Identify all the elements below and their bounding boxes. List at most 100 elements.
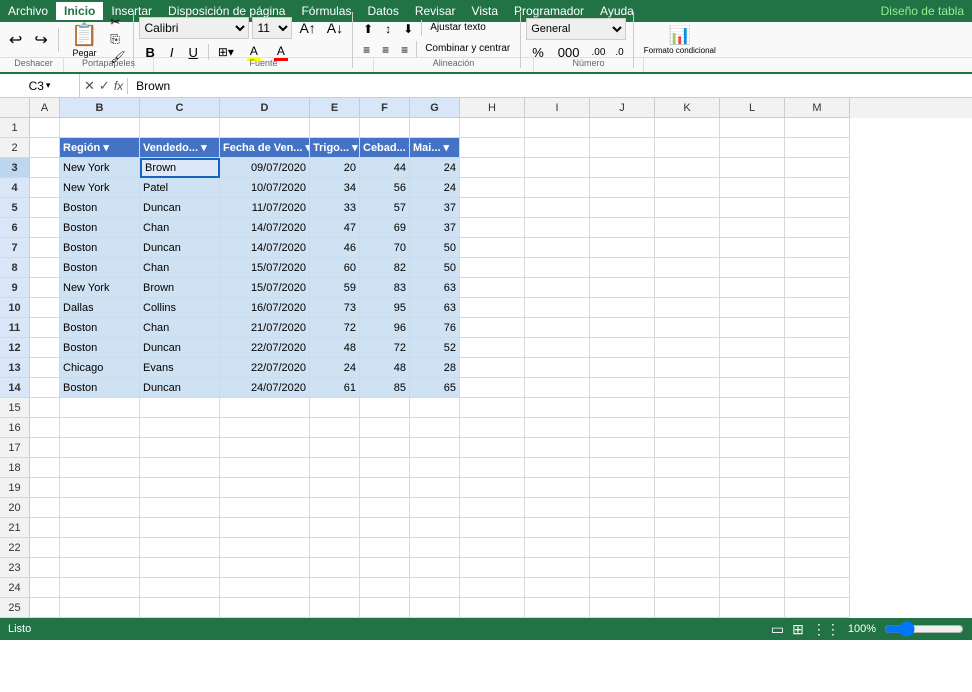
cell-L8[interactable] (720, 258, 785, 278)
cell-L13[interactable] (720, 358, 785, 378)
cell-C12[interactable]: Duncan (140, 338, 220, 358)
cell-B22[interactable] (60, 538, 140, 558)
cell-K16[interactable] (655, 418, 720, 438)
cell-A24[interactable] (30, 578, 60, 598)
cell-K6[interactable] (655, 218, 720, 238)
cell-L24[interactable] (720, 578, 785, 598)
cell-I18[interactable] (525, 458, 590, 478)
cell-C7[interactable]: Duncan (140, 238, 220, 258)
cell-L20[interactable] (720, 498, 785, 518)
cell-D4[interactable]: 10/07/2020 (220, 178, 310, 198)
cell-F9[interactable]: 83 (360, 278, 410, 298)
cell-L22[interactable] (720, 538, 785, 558)
cell-J14[interactable] (590, 378, 655, 398)
cell-B24[interactable] (60, 578, 140, 598)
decrease-font-btn[interactable]: A↓ (323, 18, 347, 38)
cell-G15[interactable] (410, 398, 460, 418)
cell-H12[interactable] (460, 338, 525, 358)
cell-M12[interactable] (785, 338, 850, 358)
cell-H19[interactable] (460, 478, 525, 498)
cell-E11[interactable]: 72 (310, 318, 360, 338)
cell-K10[interactable] (655, 298, 720, 318)
cell-H17[interactable] (460, 438, 525, 458)
cell-L23[interactable] (720, 558, 785, 578)
cell-D15[interactable] (220, 398, 310, 418)
number-format-selector[interactable]: General (526, 18, 626, 40)
cell-F11[interactable]: 96 (360, 318, 410, 338)
cell-F18[interactable] (360, 458, 410, 478)
cell-D14[interactable]: 24/07/2020 (220, 378, 310, 398)
cell-J13[interactable] (590, 358, 655, 378)
cell-J8[interactable] (590, 258, 655, 278)
cell-F12[interactable]: 72 (360, 338, 410, 358)
cell-K18[interactable] (655, 458, 720, 478)
cell-M7[interactable] (785, 238, 850, 258)
cell-D6[interactable]: 14/07/2020 (220, 218, 310, 238)
copiar-btn[interactable]: ⎘ (107, 31, 128, 48)
cell-B16[interactable] (60, 418, 140, 438)
cell-M20[interactable] (785, 498, 850, 518)
cell-J11[interactable] (590, 318, 655, 338)
cell-M19[interactable] (785, 478, 850, 498)
cell-A6[interactable] (30, 218, 60, 238)
cell-C5[interactable]: Duncan (140, 198, 220, 218)
cell-B7[interactable]: Boston (60, 238, 140, 258)
cell-L6[interactable] (720, 218, 785, 238)
cell-I16[interactable] (525, 418, 590, 438)
cell-J18[interactable] (590, 458, 655, 478)
cell-E7[interactable]: 46 (310, 238, 360, 258)
cell-K24[interactable] (655, 578, 720, 598)
cell-A8[interactable] (30, 258, 60, 278)
cell-D16[interactable] (220, 418, 310, 438)
cell-L4[interactable] (720, 178, 785, 198)
undo-btn[interactable]: ↩ (4, 28, 27, 52)
cell-A7[interactable] (30, 238, 60, 258)
cell-G12[interactable]: 52 (410, 338, 460, 358)
cell-C4[interactable]: Patel (140, 178, 220, 198)
cell-F7[interactable]: 70 (360, 238, 410, 258)
cell-B3[interactable]: New York (60, 158, 140, 178)
cell-I7[interactable] (525, 238, 590, 258)
cell-G16[interactable] (410, 418, 460, 438)
cell-M25[interactable] (785, 598, 850, 618)
cell-L21[interactable] (720, 518, 785, 538)
align-left-btn[interactable]: ≡ (358, 41, 375, 59)
cell-L12[interactable] (720, 338, 785, 358)
menubar-table-design[interactable]: Diseño de tabla (873, 2, 972, 20)
cell-K19[interactable] (655, 478, 720, 498)
cell-M9[interactable] (785, 278, 850, 298)
cell-B13[interactable]: Chicago (60, 358, 140, 378)
cell-B12[interactable]: Boston (60, 338, 140, 358)
cell-K12[interactable] (655, 338, 720, 358)
cell-F19[interactable] (360, 478, 410, 498)
cell-M1[interactable] (785, 118, 850, 138)
cell-J24[interactable] (590, 578, 655, 598)
cell-K22[interactable] (655, 538, 720, 558)
cell-F21[interactable] (360, 518, 410, 538)
cell-I20[interactable] (525, 498, 590, 518)
cell-D18[interactable] (220, 458, 310, 478)
cell-F16[interactable] (360, 418, 410, 438)
cell-F23[interactable] (360, 558, 410, 578)
menubar-datos[interactable]: Datos (359, 2, 406, 20)
cell-K15[interactable] (655, 398, 720, 418)
cell-A21[interactable] (30, 518, 60, 538)
cell-D1[interactable] (220, 118, 310, 138)
cell-B6[interactable]: Boston (60, 218, 140, 238)
cell-M10[interactable] (785, 298, 850, 318)
menubar-archivo[interactable]: Archivo (0, 2, 56, 20)
cell-F6[interactable]: 69 (360, 218, 410, 238)
cell-E6[interactable]: 47 (310, 218, 360, 238)
align-bottom-btn[interactable]: ⬇ (398, 20, 418, 38)
cell-L15[interactable] (720, 398, 785, 418)
cell-F4[interactable]: 56 (360, 178, 410, 198)
cell-I24[interactable] (525, 578, 590, 598)
cell-B2[interactable]: Región ▾ (60, 138, 140, 158)
cell-C23[interactable] (140, 558, 220, 578)
cell-G18[interactable] (410, 458, 460, 478)
cell-F20[interactable] (360, 498, 410, 518)
cell-I3[interactable] (525, 158, 590, 178)
cell-B23[interactable] (60, 558, 140, 578)
cell-K20[interactable] (655, 498, 720, 518)
cell-I19[interactable] (525, 478, 590, 498)
